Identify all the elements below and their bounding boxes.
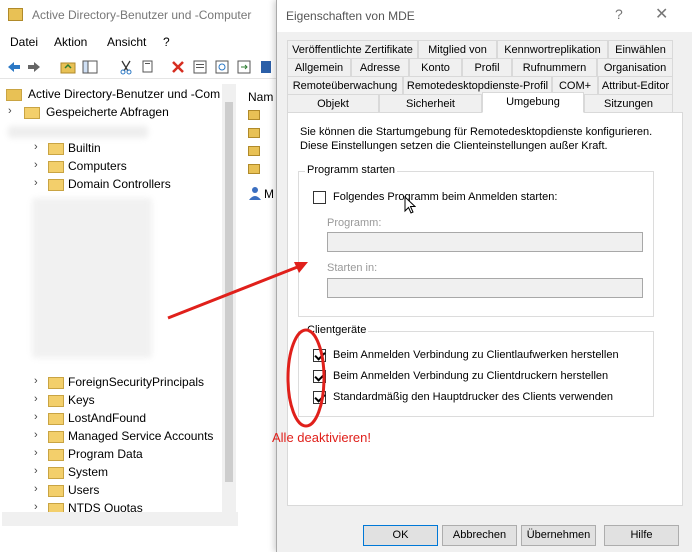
folder-icon <box>48 395 64 407</box>
ok-button[interactable]: OK <box>363 525 438 546</box>
folder-icon <box>48 467 64 479</box>
copy-icon[interactable] <box>140 59 156 75</box>
cut-icon[interactable] <box>118 59 134 75</box>
ou-folder-icon <box>48 179 64 191</box>
folder-icon <box>48 161 64 173</box>
client-printers-checkbox[interactable] <box>313 370 326 383</box>
start-in-input[interactable] <box>327 278 643 298</box>
chevron-right-icon[interactable]: › <box>34 141 38 153</box>
tab-profil[interactable]: Profil <box>462 58 512 77</box>
aduc-title: Active Directory-Benutzer und -Computer <box>32 8 252 22</box>
tab-sicherheit[interactable]: Sicherheit <box>379 94 482 113</box>
menu-ansicht[interactable]: Ansicht <box>107 35 146 49</box>
tab-einwaehlen[interactable]: Einwählen <box>608 40 673 59</box>
tab-adresse[interactable]: Adresse <box>351 58 409 77</box>
list-ou-icon <box>248 164 260 174</box>
tree-horizontal-scrollbar[interactable] <box>2 512 238 526</box>
list-ou-icon <box>248 128 260 138</box>
tab-konto[interactable]: Konto <box>409 58 462 77</box>
export-icon[interactable] <box>236 59 252 75</box>
tab-mitglied-von[interactable]: Mitglied von <box>418 40 497 59</box>
folder-up-icon[interactable] <box>60 59 76 75</box>
client-devices-group: Clientgeräte Beim Anmelden Verbindung zu… <box>298 324 654 417</box>
menu-aktion[interactable]: Aktion <box>54 35 87 49</box>
console-tree-icon[interactable] <box>82 59 98 75</box>
cancel-button[interactable]: Abbrechen <box>442 525 517 546</box>
properties-icon[interactable] <box>192 59 208 75</box>
folder-icon <box>48 143 64 155</box>
forward-arrow-icon[interactable] <box>26 59 42 75</box>
scrollbar-thumb[interactable] <box>225 102 233 482</box>
list-ou-icon <box>248 146 260 156</box>
chevron-right-icon[interactable]: › <box>34 393 38 405</box>
program-label: Programm: <box>327 217 382 229</box>
tab-veroeffentlichte-zertifikate[interactable]: Veröffentlichte Zertifikate <box>287 40 418 59</box>
folder-icon <box>48 485 64 497</box>
mouse-cursor-icon <box>404 196 416 214</box>
user-icon <box>249 187 261 200</box>
redacted-domain <box>8 126 148 138</box>
client-drives-checkbox[interactable] <box>313 349 326 362</box>
start-in-label: Starten in: <box>327 262 378 274</box>
tab-objekt[interactable]: Objekt <box>287 94 379 113</box>
folder-icon <box>48 431 64 443</box>
menu-help[interactable]: ? <box>163 35 170 49</box>
tab-allgemein[interactable]: Allgemein <box>287 58 351 77</box>
chevron-right-icon[interactable]: › <box>34 483 38 495</box>
list-header-name[interactable]: Nam <box>248 90 273 104</box>
folder-icon <box>24 107 40 119</box>
start-program-checkbox[interactable] <box>313 191 326 204</box>
help-book-icon[interactable] <box>258 59 274 75</box>
redacted-tree-items <box>32 198 152 358</box>
tab-kennwortreplikation[interactable]: Kennwortreplikation <box>497 40 608 59</box>
chevron-right-icon[interactable]: › <box>34 375 38 387</box>
chevron-right-icon[interactable]: › <box>34 411 38 423</box>
default-printer-label: Standardmäßig den Hauptdrucker des Clien… <box>333 391 614 403</box>
delete-icon[interactable] <box>170 59 186 75</box>
tab-organisation[interactable]: Organisation <box>597 58 673 77</box>
console-tree: Active Directory-Benutzer und -Com › Ges… <box>6 87 221 515</box>
folder-icon <box>48 377 64 389</box>
tab-rufnummern[interactable]: Rufnummern <box>512 58 597 77</box>
dialog-title: Eigenschaften von MDE <box>286 9 415 23</box>
start-program-label: Folgendes Programm beim Anmelden starten… <box>333 191 558 203</box>
chevron-right-icon[interactable]: › <box>34 465 38 477</box>
list-item-user[interactable]: M <box>264 187 274 201</box>
menu-datei[interactable]: Datei <box>10 35 38 49</box>
close-icon[interactable]: ✕ <box>655 4 668 24</box>
tab-remoteueberwachung[interactable]: Remoteüberwachung <box>287 76 403 95</box>
program-input[interactable] <box>327 232 643 252</box>
program-start-group: Programm starten Folgendes Programm beim… <box>298 164 654 317</box>
tab-umgebung[interactable]: Umgebung <box>482 92 584 113</box>
environment-description: Sie können die Startumgebung für Remoted… <box>300 126 653 152</box>
annotation-note: Alle deaktivieren! <box>272 430 371 445</box>
chevron-right-icon[interactable]: › <box>34 177 38 189</box>
apply-button[interactable]: Übernehmen <box>521 525 596 546</box>
chevron-right-icon[interactable]: › <box>34 429 38 441</box>
help-question-icon[interactable]: ? <box>615 6 623 22</box>
aduc-app-icon <box>8 8 23 21</box>
tab-attribut-editor[interactable]: Attribut-Editor <box>598 76 673 95</box>
list-ou-icon <box>248 110 260 120</box>
client-drives-label: Beim Anmelden Verbindung zu Clientlaufwe… <box>333 349 619 361</box>
chevron-right-icon[interactable]: › <box>34 447 38 459</box>
aduc-root-icon <box>6 89 22 101</box>
refresh-icon[interactable] <box>214 59 230 75</box>
umgebung-panel: Sie können die Startumgebung für Remoted… <box>287 112 683 506</box>
chevron-right-icon[interactable]: › <box>8 105 12 117</box>
tree-vertical-scrollbar[interactable] <box>222 84 236 512</box>
default-printer-checkbox[interactable] <box>313 391 326 404</box>
dialog-titlebar: Eigenschaften von MDE ? ✕ <box>277 0 692 32</box>
back-arrow-icon[interactable] <box>6 59 22 75</box>
chevron-right-icon[interactable]: › <box>34 159 38 171</box>
folder-icon <box>48 449 64 461</box>
tab-sitzungen[interactable]: Sitzungen <box>584 94 673 113</box>
folder-icon <box>48 413 64 425</box>
program-start-legend: Programm starten <box>305 164 398 176</box>
client-devices-legend: Clientgeräte <box>305 324 369 336</box>
client-printers-label: Beim Anmelden Verbindung zu Clientdrucke… <box>333 370 609 382</box>
help-button[interactable]: Hilfe <box>604 525 679 546</box>
properties-dialog: Eigenschaften von MDE ? ✕ Veröffentlicht… <box>276 0 692 552</box>
